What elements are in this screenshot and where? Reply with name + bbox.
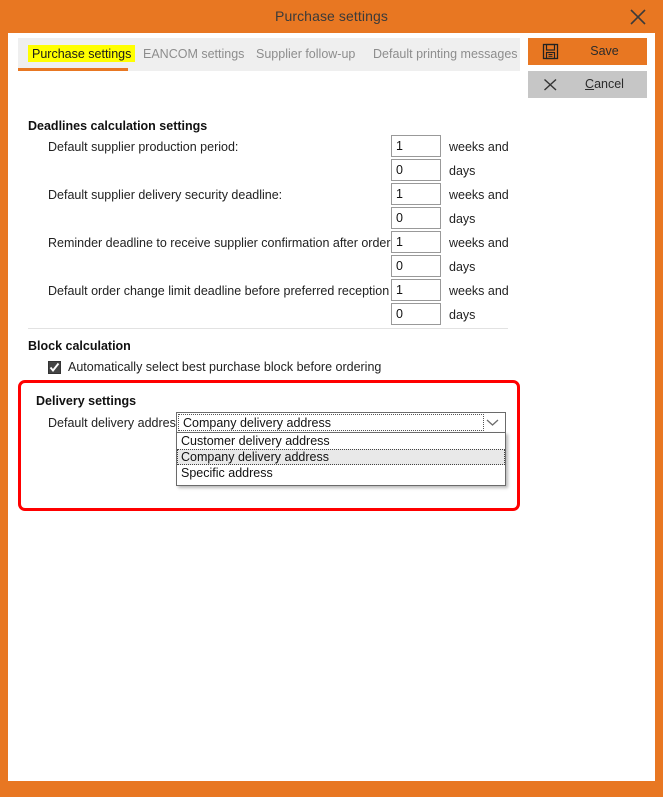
save-floppy-icon	[542, 43, 559, 60]
combobox-focus-ring: Company delivery address	[178, 414, 484, 431]
input-order-change-limit-weeks[interactable]	[391, 279, 441, 301]
save-button-label: Save	[590, 44, 619, 58]
input-delivery-security-weeks[interactable]	[391, 183, 441, 205]
settings-form: Deadlines calculation settings Default s…	[8, 77, 655, 777]
unit-production-period-days: days	[449, 164, 476, 178]
block-calculation-checkbox-label: Automatically select best purchase block…	[68, 360, 382, 374]
input-reminder-deadline-weeks[interactable]	[391, 231, 441, 253]
close-icon[interactable]	[627, 6, 649, 28]
tab-default-printing-messages[interactable]: Default printing messages	[363, 38, 520, 71]
field-label-reminder-deadline: Reminder deadline to receive supplier co…	[48, 236, 411, 250]
delivery-settings-section-title: Delivery settings	[36, 394, 137, 408]
input-production-period-days[interactable]	[391, 159, 441, 181]
tab-strip: Purchase settings EANCOM settings Suppli…	[18, 38, 520, 71]
dropdown-option-specific-address[interactable]: Specific address	[177, 465, 505, 481]
dropdown-option-company-delivery-address[interactable]: Company delivery address	[177, 449, 505, 465]
dialog-client-area: Purchase settings EANCOM settings Suppli…	[8, 33, 655, 781]
unit-production-period-weeks: weeks and	[449, 140, 509, 154]
block-calculation-section-title: Block calculation	[28, 339, 131, 353]
dropdown-option-customer-delivery-address[interactable]: Customer delivery address	[177, 433, 505, 449]
field-label-default-delivery-address: Default delivery address:	[48, 416, 186, 430]
combobox-selected-value: Company delivery address	[183, 416, 331, 430]
tab-purchase-settings-label: Purchase settings	[28, 45, 136, 62]
tab-purchase-settings[interactable]: Purchase settings	[18, 38, 136, 71]
unit-reminder-deadline-weeks: weeks and	[449, 236, 509, 250]
tab-supplier-follow-up-label: Supplier follow-up	[256, 47, 356, 61]
unit-reminder-deadline-days: days	[449, 260, 476, 274]
tab-eancom-settings[interactable]: EANCOM settings	[133, 38, 245, 71]
unit-delivery-security-days: days	[449, 212, 476, 226]
unit-delivery-security-weeks: weeks and	[449, 188, 509, 202]
window-frame: Purchase settings Purchase settings EANC…	[0, 0, 663, 797]
default-delivery-address-combobox[interactable]: Company delivery address	[176, 412, 506, 433]
chevron-down-icon[interactable]	[484, 417, 501, 428]
input-order-change-limit-days[interactable]	[391, 303, 441, 325]
deadlines-section-title: Deadlines calculation settings	[28, 119, 208, 133]
tab-eancom-settings-label: EANCOM settings	[143, 47, 245, 61]
block-calculation-checkbox[interactable]	[48, 361, 61, 374]
unit-order-change-limit-days: days	[449, 308, 476, 322]
field-label-production-period: Default supplier production period:	[48, 140, 239, 154]
input-delivery-security-days[interactable]	[391, 207, 441, 229]
field-label-delivery-security: Default supplier delivery security deadl…	[48, 188, 283, 202]
input-reminder-deadline-days[interactable]	[391, 255, 441, 277]
title-bar: Purchase settings	[0, 0, 663, 33]
window-title: Purchase settings	[275, 8, 388, 24]
section-separator	[28, 328, 508, 329]
input-production-period-weeks[interactable]	[391, 135, 441, 157]
tab-default-printing-messages-label: Default printing messages	[373, 47, 518, 61]
save-button[interactable]: Save	[528, 38, 647, 65]
tab-supplier-follow-up[interactable]: Supplier follow-up	[246, 38, 361, 71]
field-label-order-change-limit: Default order change limit deadline befo…	[48, 284, 421, 298]
unit-order-change-limit-weeks: weeks and	[449, 284, 509, 298]
default-delivery-address-dropdown-list[interactable]: Customer delivery address Company delive…	[176, 432, 506, 486]
